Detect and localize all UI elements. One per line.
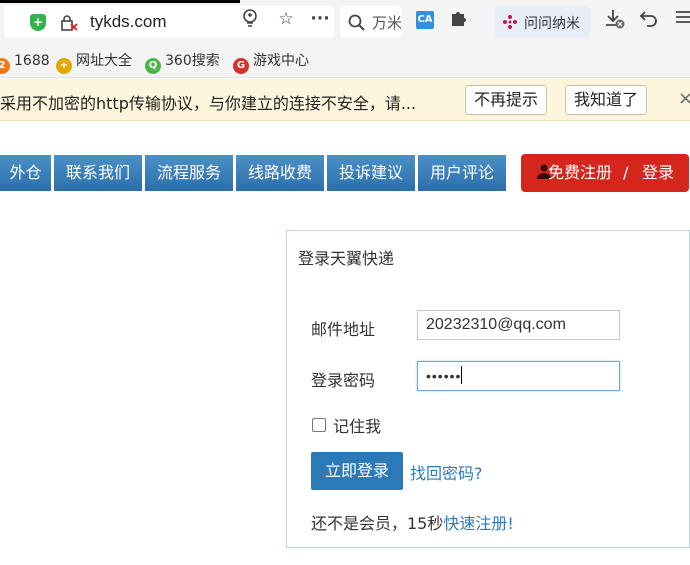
url-text[interactable]: tykds.com	[90, 12, 167, 32]
nami-label: 问问纳米	[524, 16, 580, 32]
register-prompt: 还不是会员，15秒快速注册!	[311, 510, 514, 534]
panel-title: 登录天翼快递	[298, 249, 395, 268]
register-link[interactable]: 免费注册	[548, 154, 612, 192]
tab-strip-edge	[0, 0, 240, 3]
shield-icon[interactable]: +	[30, 14, 46, 31]
text-caret	[461, 366, 463, 384]
nav-process-service[interactable]: 流程服务	[145, 155, 234, 191]
lightbulb-icon[interactable]	[239, 8, 261, 30]
nav-user-reviews[interactable]: 用户评论	[418, 155, 507, 191]
nami-logo-icon	[503, 15, 517, 29]
download-icon[interactable]	[604, 8, 626, 30]
bookmark-label: 360搜索	[165, 53, 220, 69]
bookmark-label: 1688	[14, 53, 50, 69]
bookmark-directory-icon: +	[56, 58, 72, 74]
bookmark-game-center[interactable]: G 游戏中心	[233, 51, 309, 74]
bookmark-label: 游戏中心	[253, 53, 309, 69]
bookmark-1688[interactable]: 2 1688	[0, 51, 50, 74]
bookmark-360-icon: Q	[145, 58, 161, 74]
nav-complaints[interactable]: 投诉建议	[327, 155, 416, 191]
insecure-warning-bar: 采用不加密的http传输协议，与你建立的连接不安全，请... 不再提示 我知道了…	[0, 79, 690, 121]
register-prompt-text: 还不是会员，15秒	[311, 514, 444, 533]
login-submit-button[interactable]: 立即登录	[311, 452, 403, 490]
email-field[interactable]: 20232310@qq.com	[417, 310, 620, 340]
register-suffix: !	[507, 514, 514, 533]
star-icon[interactable]: ☆	[275, 8, 297, 30]
remember-me-label[interactable]: 记住我	[333, 413, 381, 437]
bookmark-360-search[interactable]: Q 360搜索	[145, 51, 220, 74]
puzzle-icon[interactable]	[450, 9, 468, 32]
email-label: 邮件地址	[311, 320, 376, 339]
bookmark-1688-icon: 2	[0, 58, 10, 74]
close-icon[interactable]: ×	[678, 88, 690, 109]
password-field[interactable]: ••••••	[417, 361, 620, 391]
login-link[interactable]: 登录	[642, 154, 674, 192]
bookmark-website-directory[interactable]: + 网址大全	[56, 51, 132, 74]
undo-icon[interactable]	[638, 8, 660, 30]
translate-icon[interactable]: CA	[416, 11, 434, 29]
forgot-password-link[interactable]: 找回密码?	[410, 460, 483, 484]
bookmarks-bar: 2 1688 + 网址大全 Q 360搜索 G 游戏中心	[0, 44, 690, 78]
insecure-lock-icon[interactable]	[60, 14, 78, 32]
nav-contact-us[interactable]: 联系我们	[54, 155, 143, 191]
menu-icon[interactable]	[672, 8, 690, 30]
quick-register-link[interactable]: 快速注册	[443, 514, 507, 533]
separator: /	[623, 163, 629, 182]
password-mask: ••••••	[426, 368, 462, 384]
remember-me-checkbox[interactable]	[312, 418, 326, 432]
register-login-button[interactable]: 免费注册 / 登录	[521, 154, 689, 192]
search-box[interactable]: 万米	[340, 6, 402, 38]
password-label: 登录密码	[311, 371, 376, 390]
acknowledge-button[interactable]: 我知道了	[565, 85, 648, 115]
bookmark-label: 网址大全	[76, 53, 132, 69]
browser-toolbar: + tykds.com ☆ ··· 万米 CA 问问纳米	[0, 0, 690, 44]
more-icon[interactable]: ···	[309, 8, 331, 30]
search-icon	[348, 14, 365, 31]
nav-route-fees[interactable]: 线路收费	[236, 155, 325, 191]
nav-overseas-warehouse[interactable]: 外仓	[0, 155, 52, 191]
bookmark-game-icon: G	[233, 58, 249, 74]
dont-show-again-button[interactable]: 不再提示	[465, 85, 548, 115]
login-panel: 登录天翼快递 邮件地址 20232310@qq.com 登录密码 •••••• …	[286, 230, 690, 548]
nami-extension-button[interactable]: 问问纳米	[494, 6, 590, 38]
warning-message: 采用不加密的http传输协议，与你建立的连接不安全，请...	[0, 94, 417, 113]
search-placeholder: 万米	[372, 14, 403, 32]
